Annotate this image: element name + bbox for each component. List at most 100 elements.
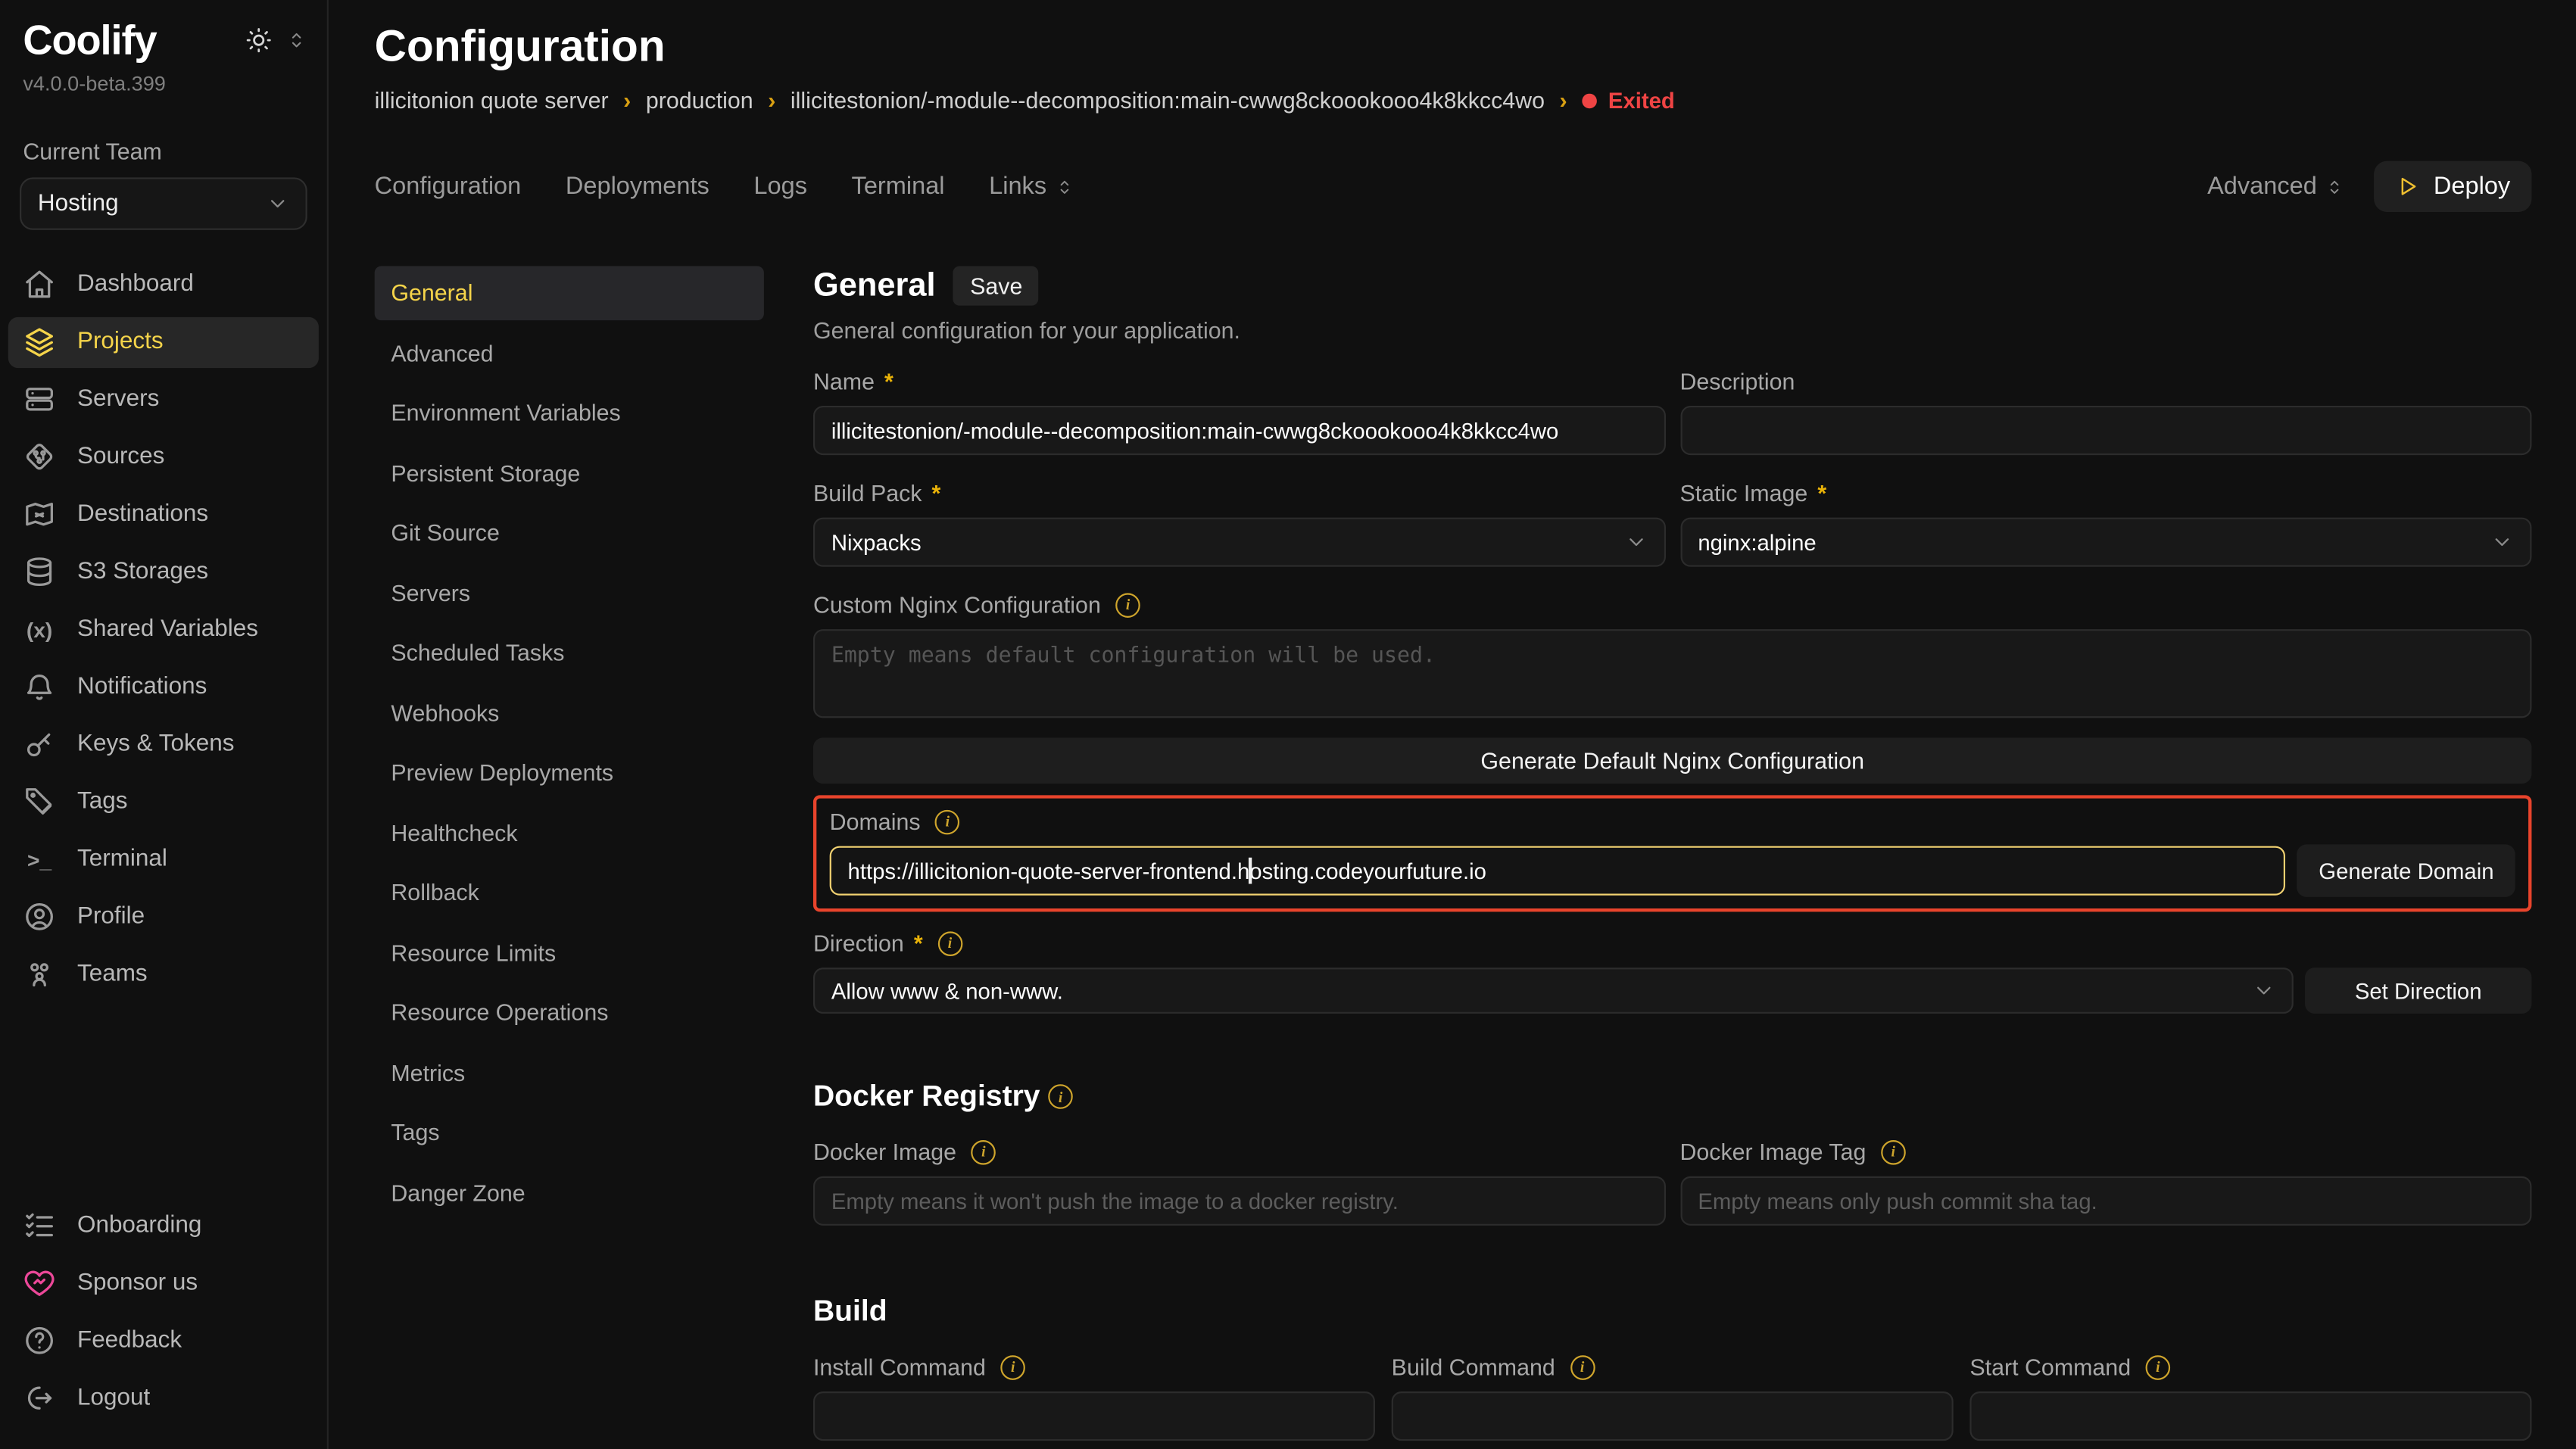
info-icon[interactable]: i xyxy=(935,810,960,835)
sidebar-item-teams[interactable]: Teams xyxy=(8,949,319,999)
deploy-button[interactable]: Deploy xyxy=(2375,162,2532,213)
info-icon[interactable]: i xyxy=(1115,593,1140,618)
subnav-item-advanced[interactable]: Advanced xyxy=(375,327,764,382)
breadcrumb-environment[interactable]: production xyxy=(646,88,753,114)
subnav-item-persistent-storage[interactable]: Persistent Storage xyxy=(375,447,764,501)
sidebar-item-onboarding[interactable]: Onboarding xyxy=(8,1199,319,1250)
custom-nginx-textarea[interactable] xyxy=(813,630,2531,718)
team-select-value: Hosting xyxy=(38,190,119,217)
tab-configuration[interactable]: Configuration xyxy=(375,173,522,201)
subnav-item-tags[interactable]: Tags xyxy=(375,1106,764,1161)
team-select[interactable]: Hosting xyxy=(20,176,307,229)
sidebar-item-sources[interactable]: Sources xyxy=(8,432,319,482)
chevron-down-icon xyxy=(2490,531,2513,554)
description-input[interactable] xyxy=(1679,407,2531,456)
field-custom-nginx: Custom Nginx Configuration i xyxy=(813,592,2531,727)
tab-logs[interactable]: Logs xyxy=(753,173,807,201)
docker-image-tag-input[interactable] xyxy=(1679,1177,2531,1226)
theme-sun-icon[interactable] xyxy=(245,26,273,55)
sidebar-item-destinations[interactable]: Destinations xyxy=(8,489,319,540)
build-command-label: Build Command i xyxy=(1392,1354,1954,1381)
variables-icon: (x) xyxy=(23,617,55,642)
subnav-item-preview-deployments[interactable]: Preview Deployments xyxy=(375,746,764,801)
sidebar-item-terminal[interactable]: >_ Terminal xyxy=(8,834,319,884)
info-icon[interactable]: i xyxy=(971,1140,996,1165)
start-command-input[interactable] xyxy=(1969,1392,2531,1441)
breadcrumb-application[interactable]: illicitestonion/-module--decomposition:m… xyxy=(791,88,1545,114)
domains-label: Domains i xyxy=(830,809,2515,836)
subnav-item-rollback[interactable]: Rollback xyxy=(375,866,764,921)
bell-icon xyxy=(23,670,55,703)
set-direction-button[interactable]: Set Direction xyxy=(2305,968,2531,1014)
breadcrumb-project[interactable]: illicitonion quote server xyxy=(375,88,609,114)
tab-deployments[interactable]: Deployments xyxy=(566,173,709,201)
subnav-item-git-source[interactable]: Git Source xyxy=(375,506,764,561)
app-version: v4.0.0-beta.399 xyxy=(0,65,327,95)
sidebar-item-notifications[interactable]: Notifications xyxy=(8,661,319,712)
subnav-item-environment-variables[interactable]: Environment Variables xyxy=(375,387,764,441)
sidebar-item-s3-storages[interactable]: S3 Storages xyxy=(8,547,319,597)
direction-select[interactable]: Allow www & non-www. xyxy=(813,968,2294,1014)
sidebar-item-servers[interactable]: Servers xyxy=(8,374,319,425)
field-name: Name * xyxy=(813,344,1665,456)
tab-links-label: Links xyxy=(989,173,1046,201)
domains-value: https://illicitonion-quote-server-fronte… xyxy=(848,859,1486,884)
build-command-input[interactable] xyxy=(1392,1392,1954,1441)
generate-domain-button[interactable]: Generate Domain xyxy=(2297,845,2515,897)
chevron-down-icon xyxy=(2253,980,2275,1002)
info-icon[interactable]: i xyxy=(1000,1355,1025,1380)
status-dot-icon xyxy=(1582,93,1597,108)
terminal-icon: >_ xyxy=(23,847,55,872)
info-icon[interactable]: i xyxy=(1570,1355,1595,1380)
sidebar-item-sponsor-us[interactable]: Sponsor us xyxy=(8,1257,319,1307)
chevrons-up-down-icon xyxy=(2325,177,2345,197)
save-button[interactable]: Save xyxy=(953,266,1039,306)
advanced-dropdown[interactable]: Advanced xyxy=(2207,173,2345,201)
static-image-select[interactable]: nginx:alpine xyxy=(1679,518,2531,567)
info-icon[interactable]: i xyxy=(1881,1140,1906,1165)
info-icon[interactable]: i xyxy=(2146,1355,2171,1380)
info-icon[interactable]: i xyxy=(1048,1085,1073,1110)
field-build-pack: Build Pack * Nixpacks xyxy=(813,456,1665,568)
status-text: Exited xyxy=(1608,89,1675,114)
sidebar-item-projects[interactable]: Projects xyxy=(8,316,319,367)
sidebar-item-tags[interactable]: Tags xyxy=(8,776,319,827)
field-description: Description xyxy=(1679,344,2531,456)
info-icon[interactable]: i xyxy=(937,931,962,956)
sidebar-item-keys-tokens[interactable]: Keys & Tokens xyxy=(8,718,319,769)
docker-image-input[interactable] xyxy=(813,1177,1665,1226)
subnav-item-servers[interactable]: Servers xyxy=(375,566,764,621)
sidebar-item-label: Servers xyxy=(77,386,159,413)
subnav-item-danger-zone[interactable]: Danger Zone xyxy=(375,1167,764,1221)
sidebar-item-dashboard[interactable]: Dashboard xyxy=(8,259,319,310)
generate-nginx-button[interactable]: Generate Default Nginx Configuration xyxy=(813,738,2531,784)
theme-chevrons-up-down-icon[interactable] xyxy=(286,30,307,51)
subnav-item-metrics[interactable]: Metrics xyxy=(375,1046,764,1101)
sidebar-item-profile[interactable]: Profile xyxy=(8,891,319,942)
name-input[interactable] xyxy=(813,407,1665,456)
subnav-item-healthcheck[interactable]: Healthcheck xyxy=(375,806,764,861)
domains-input[interactable]: https://illicitonion-quote-server-fronte… xyxy=(830,846,2286,896)
tab-links[interactable]: Links xyxy=(989,173,1074,201)
sidebar-item-logout[interactable]: Logout xyxy=(8,1372,319,1423)
subnav-item-resource-operations[interactable]: Resource Operations xyxy=(375,986,764,1041)
required-marker: * xyxy=(1817,481,1826,507)
user-circle-icon xyxy=(23,900,55,933)
sidebar-item-shared-variables[interactable]: (x) Shared Variables xyxy=(8,604,319,655)
build-pack-select[interactable]: Nixpacks xyxy=(813,518,1665,567)
chevron-down-icon xyxy=(1624,531,1647,554)
sidebar-item-feedback[interactable]: Feedback xyxy=(8,1314,319,1365)
build-pack-value: Nixpacks xyxy=(831,531,922,556)
subnav-item-webhooks[interactable]: Webhooks xyxy=(375,687,764,741)
subnav-item-general[interactable]: General xyxy=(375,266,764,321)
sidebar-item-label: Terminal xyxy=(77,846,167,873)
subnav-item-resource-limits[interactable]: Resource Limits xyxy=(375,927,764,981)
logo-row: Coolify xyxy=(0,17,327,65)
subnav-item-scheduled-tasks[interactable]: Scheduled Tasks xyxy=(375,627,764,681)
install-command-input[interactable] xyxy=(813,1392,1375,1441)
chevrons-up-down-icon xyxy=(1055,177,1074,197)
app-logo: Coolify xyxy=(23,20,156,65)
static-image-value: nginx:alpine xyxy=(1698,531,1816,556)
screen: Coolify v4.0.0-beta.399 Current Team Hos… xyxy=(0,0,2576,1449)
tab-terminal[interactable]: Terminal xyxy=(852,173,945,201)
